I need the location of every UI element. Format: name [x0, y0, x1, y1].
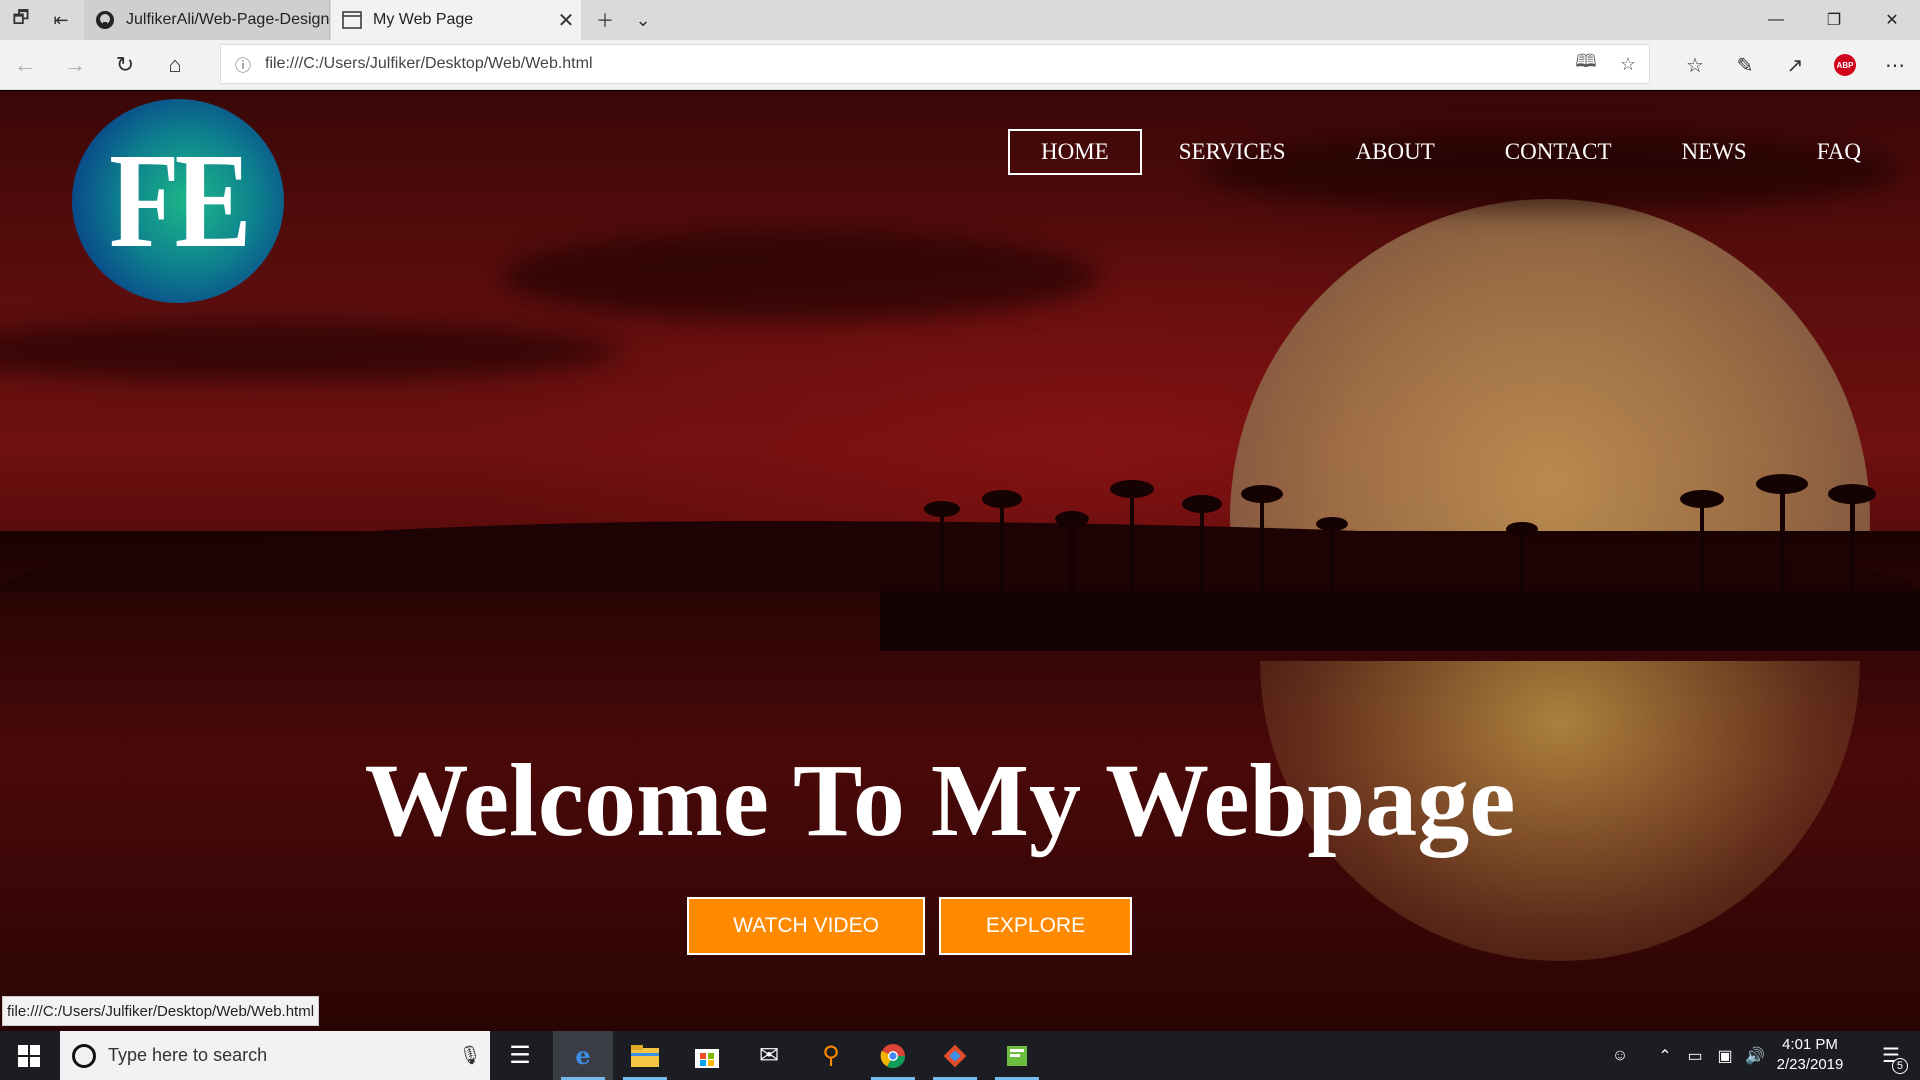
close-tab-icon[interactable]: ✕ — [551, 8, 581, 33]
search-placeholder: Type here to search — [108, 1045, 268, 1065]
home-icon[interactable]: ⌂ — [150, 45, 200, 85]
logo-text: FE — [109, 126, 252, 276]
new-tab-icon[interactable]: ＋ — [586, 0, 624, 40]
windows-start-icon[interactable] — [0, 1031, 58, 1080]
notifications-icon[interactable]: ☰ 5 — [1866, 1031, 1916, 1080]
site-logo[interactable]: FE — [72, 99, 284, 303]
battery-icon[interactable]: ▭ — [1680, 1031, 1710, 1080]
cortana-icon — [72, 1043, 96, 1068]
clock-time: 4:01 PM — [1782, 1036, 1838, 1053]
forward-arrow-icon[interactable]: → — [50, 45, 100, 85]
nav-services[interactable]: SERVICES — [1146, 129, 1319, 175]
url-text[interactable]: file:///C:/Users/Julfiker/Desktop/Web/We… — [265, 55, 1565, 73]
show-hidden-icons-chevron-icon[interactable]: ⌃ — [1650, 1031, 1680, 1080]
close-window-icon[interactable]: ✕ — [1864, 0, 1920, 40]
microphone-icon[interactable]: 🎙 — [450, 1045, 490, 1066]
store-icon[interactable] — [677, 1031, 737, 1080]
task-view-icon[interactable]: ☰ — [490, 1031, 550, 1080]
tab-list-chevron-icon[interactable]: ⌄ — [624, 0, 662, 40]
nav-home[interactable]: HOME — [1008, 129, 1142, 175]
address-toolbar: ← → ↻ ⌂ ⓘ file:///C:/Users/Julfiker/Desk… — [0, 40, 1920, 90]
main-navigation: HOME SERVICES ABOUT CONTACT NEWS FAQ — [1008, 129, 1898, 175]
mail-icon[interactable]: ✉ — [739, 1031, 799, 1080]
hero-headline: Welcome To My Webpage — [364, 743, 1516, 858]
github-icon — [94, 9, 116, 31]
tab-title: JulfikerAli/Web-Page-Design — [126, 11, 329, 28]
favorite-star-icon[interactable]: ☆ — [1607, 54, 1649, 75]
explore-button[interactable]: EXPLORE — [939, 897, 1132, 955]
git-app-icon[interactable] — [925, 1031, 985, 1080]
address-field[interactable]: ⓘ file:///C:/Users/Julfiker/Desktop/Web/… — [220, 44, 1650, 84]
taskbar-search[interactable]: Type here to search 🎙 — [60, 1031, 490, 1080]
page-icon — [341, 9, 363, 31]
windows-taskbar: Type here to search 🎙 ☰ e ✉ ⚲ ☺ ⌃ ▭ ▣ 🔊 … — [0, 1031, 1920, 1080]
file-explorer-icon[interactable] — [615, 1031, 675, 1080]
cloud-graphic — [0, 321, 620, 381]
share-icon[interactable]: ↗ — [1770, 45, 1820, 85]
info-icon[interactable]: ⓘ — [221, 52, 265, 76]
tab-my-web-page[interactable]: My Web Page ✕ — [331, 0, 581, 40]
search-tool-icon[interactable]: ⚲ — [801, 1031, 861, 1080]
nav-about[interactable]: ABOUT — [1323, 129, 1468, 175]
browser-tab-bar: 🗗 ⇤ JulfikerAli/Web-Page-Design My Web P… — [0, 0, 1920, 40]
people-icon[interactable]: ☺ — [1600, 1031, 1640, 1080]
cloud-graphic — [500, 231, 1100, 321]
adblock-icon[interactable]: ABP — [1820, 45, 1870, 85]
minimize-icon[interactable]: — — [1748, 0, 1804, 40]
tab-preview-icon[interactable]: 🗗 — [2, 0, 40, 40]
notification-count: 5 — [1891, 1058, 1908, 1074]
system-clock[interactable]: 4:01 PM 2/23/2019 — [1760, 1035, 1860, 1075]
edge-browser-icon[interactable]: e — [553, 1031, 613, 1080]
refresh-icon[interactable]: ↻ — [100, 45, 150, 85]
reading-view-icon[interactable]: 🕮 — [1565, 49, 1607, 79]
favorites-list-icon[interactable]: ☆ — [1670, 45, 1720, 85]
link-status-bar: file:///C:/Users/Julfiker/Desktop/Web/We… — [2, 996, 320, 1026]
pen-notes-icon[interactable]: ✎ — [1720, 45, 1770, 85]
nav-faq[interactable]: FAQ — [1784, 129, 1894, 175]
editor-app-icon[interactable] — [987, 1031, 1047, 1080]
palm-trees-graphic — [880, 474, 1920, 651]
set-aside-tabs-icon[interactable]: ⇤ — [42, 0, 80, 40]
watch-video-button[interactable]: WATCH VIDEO — [687, 897, 925, 955]
tab-title: My Web Page — [373, 11, 474, 28]
back-arrow-icon[interactable]: ← — [0, 45, 50, 85]
hero-section: FE HOME SERVICES ABOUT CONTACT NEWS FAQ … — [0, 91, 1920, 1031]
clock-date: 2/23/2019 — [1776, 1056, 1844, 1073]
tab-github[interactable]: JulfikerAli/Web-Page-Design — [84, 0, 330, 40]
chrome-icon[interactable] — [863, 1031, 923, 1080]
more-options-icon[interactable]: ⋯ — [1870, 45, 1920, 85]
restore-icon[interactable]: ❐ — [1806, 0, 1862, 40]
network-icon[interactable]: ▣ — [1710, 1031, 1740, 1080]
nav-news[interactable]: NEWS — [1649, 129, 1780, 175]
nav-contact[interactable]: CONTACT — [1472, 129, 1645, 175]
